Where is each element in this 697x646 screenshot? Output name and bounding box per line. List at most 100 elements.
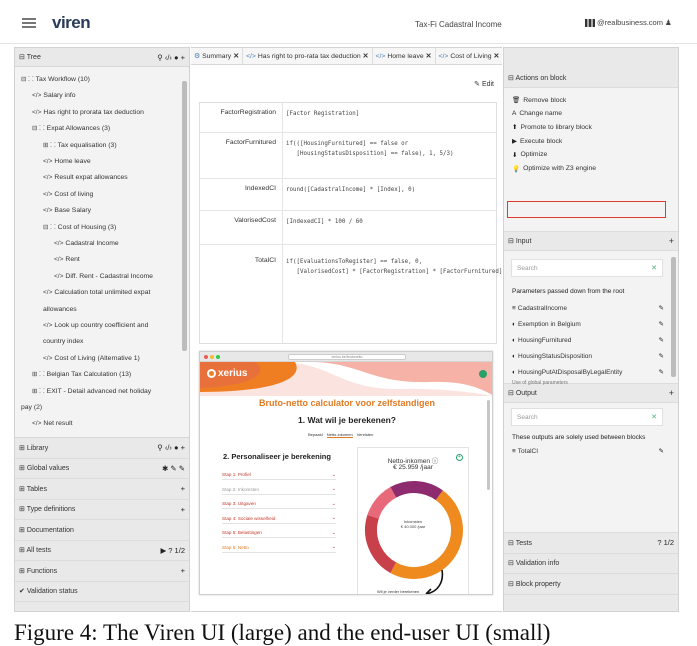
tree-item[interactable]: pay (2) [21, 403, 42, 412]
tree-item[interactable]: </> Cadastral Income [54, 239, 119, 248]
edit-button[interactable]: ✎ Edit [474, 80, 494, 88]
section-tools[interactable]: + [181, 484, 185, 493]
expand-section-icon[interactable]: ✔ [19, 588, 25, 595]
edit-param-icon[interactable]: ✎ [659, 320, 664, 328]
edit-param-icon[interactable]: ✎ [659, 336, 664, 344]
collapse-tree-icon[interactable]: ⊟ [19, 54, 25, 61]
tree-item[interactable]: </> Look up country coefficient and [43, 321, 148, 330]
expand-section-icon[interactable]: ⊞ [19, 486, 25, 493]
right-section-tests[interactable]: ⊟ Tests ? 1/2 [504, 533, 678, 554]
input-search-field[interactable]: Search ✕ [511, 259, 663, 277]
tree-item[interactable]: </> Base Salary [43, 206, 91, 215]
action-optimize-with-z3-engine[interactable]: 💡 Optimize with Z3 engine [512, 165, 596, 173]
editor-tab[interactable]: </> Home leave ✕ [373, 48, 436, 64]
tree-scrollbar[interactable] [182, 81, 187, 351]
hamburger-menu-icon[interactable] [22, 18, 36, 28]
section-tools[interactable]: + [181, 505, 185, 514]
formula-row[interactable]: TotalCI if([EvaluationsToRegister] == fal… [200, 245, 506, 311]
collapse-input-icon[interactable]: ⊟ [508, 238, 514, 245]
tree-item[interactable]: </> Salary info [32, 91, 76, 100]
step-item[interactable]: Stap 6: Netto ⌄ [222, 543, 336, 553]
tree-item[interactable]: country index [43, 337, 83, 346]
output-search-field[interactable]: Search ✕ [511, 408, 663, 426]
action-promote-to-library-block[interactable]: ⬆ Promote to library block [512, 123, 592, 132]
input-param[interactable]: ≡ CadastralIncome ✎ [512, 304, 664, 313]
step-item[interactable]: Stap 3: Uitgaven ⌄ [222, 499, 336, 509]
tree-item[interactable]: ⊞ ⸬ Tax equalisation (3) [43, 141, 117, 150]
input-param[interactable]: ◐ Exemption in Belgium ✎ [512, 320, 664, 329]
tree-item[interactable]: ⊟ ⸬ Tax Workflow (10) [21, 75, 90, 84]
formula-expression[interactable]: [Factor Registration] [286, 109, 359, 119]
left-section-all-tests[interactable]: ⊞ All tests ▶ ? 1/2 [15, 540, 189, 561]
expand-section-icon[interactable]: ⊞ [19, 445, 25, 452]
action-change-name[interactable]: A Change name [512, 110, 562, 117]
editor-tab[interactable]: ⚙ Summary ✕ [191, 48, 244, 64]
tree-item[interactable]: </> Cost of Living (Alternative 1) [43, 354, 140, 363]
collapse-output-icon[interactable]: ⊟ [508, 390, 514, 397]
edit-param-icon[interactable]: ✎ [659, 352, 664, 360]
left-section-global-values[interactable]: ⊞ Global values ✱ ✎ ✎ [15, 458, 189, 479]
step-item[interactable]: Stap 4: Sociale wisselheid ⌄ [222, 514, 336, 524]
add-input-button[interactable]: + [669, 236, 674, 246]
tree-item[interactable]: ⊞ ⸬Employer cost (3) [32, 436, 100, 438]
formula-row[interactable]: FactorRegistration [Factor Registration] [200, 103, 496, 133]
input-scrollbar[interactable] [671, 257, 676, 377]
section-tools[interactable]: ✱ ✎ ✎ [162, 464, 185, 473]
tree-toolbar[interactable]: ⚲ ‹/› ● + [157, 53, 185, 62]
tree-item[interactable]: </> Calculation total unlimited expat [43, 288, 150, 297]
tree-item[interactable]: </> Net result [32, 419, 73, 428]
section-tools[interactable]: ⚲ ‹/› ● + [157, 443, 185, 452]
left-section-type-definitions[interactable]: ⊞ Type definitions + [15, 499, 189, 520]
formula-expression[interactable]: if(([HousingFurnitured] == false or [Hou… [286, 139, 454, 159]
tree-item[interactable]: ⊟ ⸬ Cost of Housing (3) [43, 223, 116, 232]
left-section-functions[interactable]: ⊞ Functions + [15, 561, 189, 582]
tree-item[interactable]: </> Rent [54, 255, 80, 264]
input-param[interactable]: ◐ HousingPutAtDisposalByLegalEntity ✎ [512, 368, 664, 377]
tree-item[interactable]: </> Cost of living [43, 190, 93, 199]
left-section-tables[interactable]: ⊞ Tables + [15, 479, 189, 500]
expand-section-icon[interactable]: ⊟ [508, 540, 514, 547]
expand-section-icon[interactable]: ⊟ [508, 581, 514, 588]
edit-output-icon[interactable]: ✎ [659, 447, 664, 455]
tree-item[interactable]: </> Result expat allowances [43, 173, 128, 182]
mock-scrollbar[interactable] [487, 400, 490, 490]
action-remove-block[interactable]: 🗑 Remove block [512, 96, 566, 105]
formula-expression[interactable]: round([CadastralIncome] * [Index], 0) [286, 185, 415, 195]
right-section-block-property[interactable]: ⊟ Block property [504, 574, 678, 595]
close-tab-icon[interactable]: ✕ [363, 52, 369, 60]
calc-mode-pill[interactable]: Netto-inkomen [326, 432, 353, 438]
step-item[interactable]: Stap 1: Profiel ⌄ [222, 470, 336, 480]
formula-expression[interactable]: if([EvaluationsToRegister] == false, 0, … [286, 257, 506, 277]
tree-item[interactable]: allowances [43, 305, 77, 314]
formula-row[interactable]: IndexedCI round([CadastralIncome] * [Inde… [200, 179, 496, 211]
output-param[interactable]: ≡ TotalCI ✎ [512, 447, 664, 456]
formula-row[interactable]: ValorisedCost [IndexedCI] * 100 / 60 [200, 211, 496, 245]
expand-section-icon[interactable]: ⊞ [19, 547, 25, 554]
expand-section-icon[interactable]: ⊟ [508, 560, 514, 567]
formula-expression[interactable]: [IndexedCI] * 100 / 60 [286, 217, 363, 227]
input-param[interactable]: ◐ HousingFurnitured ✎ [512, 336, 664, 345]
section-tools[interactable]: ? 1/2 [657, 538, 674, 547]
editor-tab[interactable]: </> Cost of Living ✕ [436, 48, 502, 64]
left-section-validation-status[interactable]: ✔ Validation status [15, 581, 189, 602]
section-tools[interactable]: + [181, 566, 185, 575]
step-item[interactable]: Stap 2: Inkomsten ⌄ [222, 485, 336, 495]
add-output-button[interactable]: + [669, 388, 674, 398]
action-optimize[interactable]: ⬇ Optimize [512, 151, 547, 159]
close-tab-icon[interactable]: ✕ [426, 52, 432, 60]
expand-section-icon[interactable]: ⊞ [19, 568, 25, 575]
expand-icon[interactable]: + [456, 454, 463, 461]
section-tools[interactable]: ▶ ? 1/2 [160, 546, 185, 555]
calc-mode-pill[interactable]: Bepaald [308, 432, 323, 438]
help-icon[interactable] [479, 370, 487, 378]
tree-item[interactable]: ⊞ ⸬ EXIT - Detail advanced net holiday [32, 387, 151, 396]
step-item[interactable]: Stap 5: Belastingen ⌄ [222, 528, 336, 538]
editor-tab[interactable]: </> Has right to pro-rata tax deduction ✕ [243, 48, 373, 64]
clear-output-search-icon[interactable]: ✕ [651, 413, 657, 421]
left-section-library[interactable]: ⊞ Library ⚲ ‹/› ● + [15, 438, 189, 459]
close-tab-icon[interactable]: ✕ [233, 52, 239, 60]
tree-item[interactable]: </> Diff. Rent - Cadastral Income [54, 272, 153, 281]
tree-item[interactable]: </> Has right to prorata tax deduction [32, 108, 144, 117]
right-section-validation-info[interactable]: ⊟ Validation info [504, 553, 678, 574]
edit-param-icon[interactable]: ✎ [659, 368, 664, 376]
